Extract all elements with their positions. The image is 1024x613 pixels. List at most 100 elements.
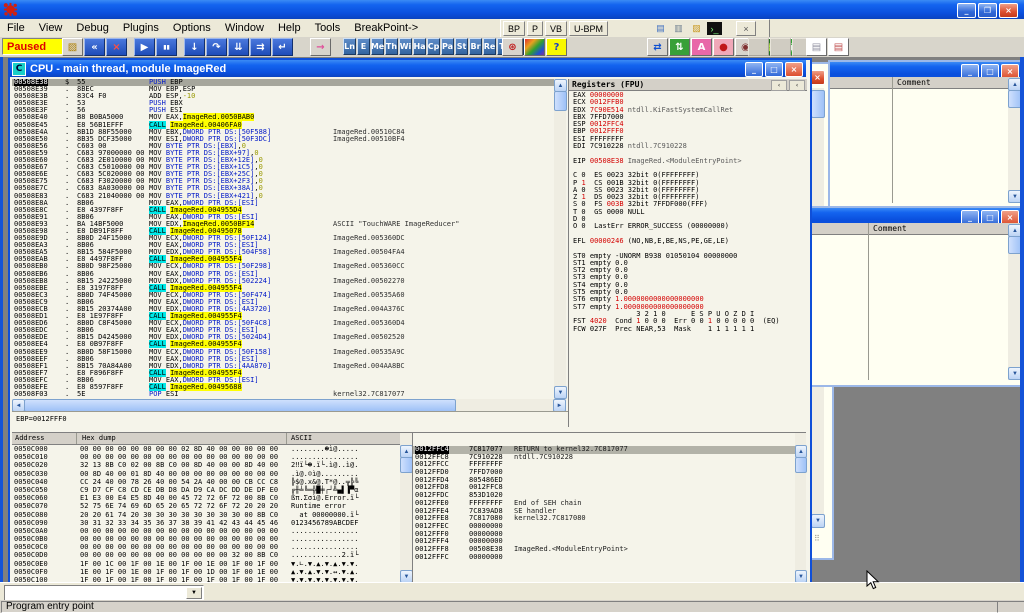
- register-line[interactable]: O 0 LastErr ERROR_SUCCESS (00000000): [569, 223, 780, 230]
- pause-button[interactable]: ▮▮: [156, 38, 177, 56]
- dump-row[interactable]: 0050C0B000 00 00 00 00 00 00 00 00 00 00…: [12, 535, 400, 543]
- toolbar-re-button[interactable]: Re: [483, 38, 496, 55]
- dump-row[interactable]: 0050C0D000 00 00 00 00 00 00 00 00 00 00…: [12, 551, 400, 559]
- doc-page-red-icon[interactable]: ▤: [828, 38, 849, 56]
- register-line[interactable]: EIP 00508E38 ImageRed.<ModuleEntryPoint>: [569, 158, 780, 165]
- comment-window-a-titlebar[interactable]: _ □ ×: [830, 62, 1022, 77]
- disasm-hscrollbar[interactable]: ◄ ►: [12, 399, 566, 411]
- toolbar-br-button[interactable]: Br: [469, 38, 482, 55]
- comment-window-b[interactable]: _ □ × Comment ▲ ▼: [808, 206, 1024, 387]
- appearance-button[interactable]: [524, 38, 545, 56]
- toolbar-th-button[interactable]: Th: [385, 38, 398, 55]
- swap-arrows-icon[interactable]: ⇄: [647, 38, 668, 56]
- command-input[interactable]: [6, 586, 188, 598]
- register-line[interactable]: EFL 00000246 (NO,NB,E,BE,NS,PE,GE,LE): [569, 238, 780, 245]
- dump-row[interactable]: 0050C0F01E 00 1F 00 1E 00 1F 00 1F 00 1D…: [12, 568, 400, 576]
- stack-vscrollbar[interactable]: ▲ ▼: [795, 432, 806, 583]
- cpu-restore-icon[interactable]: □: [765, 62, 783, 77]
- resize-grip[interactable]: ⠿: [814, 534, 826, 546]
- open-file-button[interactable]: ▨: [62, 38, 83, 56]
- log-icon[interactable]: ▥: [671, 22, 686, 35]
- menu-help[interactable]: Help: [271, 20, 308, 36]
- disasm-row[interactable]: 00508E3B.83C4 F0ADD ESP,-10: [12, 93, 554, 100]
- toolbar-ha-button[interactable]: Ha: [413, 38, 426, 55]
- stack-pane[interactable]: 0012FFC47C817077RETURN to kernel32.7C817…: [412, 432, 795, 583]
- restart-button[interactable]: «: [84, 38, 105, 56]
- scroll-thumb[interactable]: [554, 91, 567, 111]
- register-line[interactable]: T 0 GS 0000 NULL: [569, 209, 780, 216]
- console-icon[interactable]: ›_: [707, 22, 722, 35]
- run-button[interactable]: ▶: [134, 38, 155, 56]
- close-process-button[interactable]: ×: [106, 38, 127, 56]
- bp-button-bp[interactable]: BP: [503, 21, 525, 36]
- register-line[interactable]: EDI 7C910228 ntdll.7C910228: [569, 143, 780, 150]
- close-button[interactable]: ×: [999, 3, 1018, 18]
- disasm-row[interactable]: 00508F03.5EPOP ESIkernel32.7C817077: [12, 391, 554, 398]
- dump-row[interactable]: 0050C07052 75 6E 74 69 6D 65 20 65 72 72…: [12, 502, 400, 510]
- registers-next-icon[interactable]: ‹: [789, 80, 805, 91]
- cpu-minimize-icon[interactable]: _: [745, 62, 763, 77]
- register-line[interactable]: FCW 027F Prec NEAR,53 Mask 1 1 1 1 1 1: [569, 326, 780, 333]
- dump-row[interactable]: 0050C09030 31 32 33 34 35 36 37 38 39 41…: [12, 519, 400, 527]
- bp-button-vb[interactable]: VB: [545, 21, 567, 36]
- goto-button[interactable]: →: [310, 38, 331, 56]
- disassembly-pane[interactable]: 00508E38$55PUSH EBP00508E39.8BECMOV EBP,…: [12, 79, 554, 399]
- toolbar-pa-button[interactable]: Pa: [441, 38, 454, 55]
- menu-file[interactable]: File: [0, 20, 32, 36]
- cpu-titlebar[interactable]: C CPU - main thread, module ImageRed _ □…: [10, 60, 806, 77]
- menu-debug[interactable]: Debug: [69, 20, 115, 36]
- menu-window[interactable]: Window: [218, 20, 271, 36]
- dump-row[interactable]: 0050C060E1 E3 00 E4 E5 8D 40 00 45 72 72…: [12, 494, 400, 502]
- stack-row[interactable]: 0012FFFC00000000: [413, 554, 795, 562]
- help-button[interactable]: ?: [546, 38, 567, 56]
- dump-row[interactable]: 0050C0E01F 00 1C 00 1F 00 1E 00 1F 00 1E…: [12, 560, 400, 568]
- notes-icon[interactable]: ▤: [653, 22, 668, 35]
- cpu-close-icon[interactable]: ×: [785, 62, 803, 77]
- dump-row[interactable]: 0050C03000 8D 40 00 01 8D 40 00 00 00 00…: [12, 470, 400, 478]
- menu-options[interactable]: Options: [166, 20, 218, 36]
- toolbar-ln-button[interactable]: Ln: [343, 38, 356, 55]
- toolbar-cp-button[interactable]: Cp: [427, 38, 440, 55]
- registers-pane[interactable]: Registers (FPU) ‹ ‹ EAX 00000000ECX 0012…: [568, 79, 807, 427]
- disasm-vscrollbar[interactable]: ▲ ▼: [554, 79, 566, 399]
- assemble-icon[interactable]: A: [691, 38, 712, 56]
- scroll-down-icon[interactable]: ▼: [811, 514, 825, 528]
- toolbar-me-button[interactable]: Me: [371, 38, 384, 55]
- animate-over-button[interactable]: ⇉: [250, 38, 271, 56]
- comment-window-a[interactable]: _ □ × Comment ▲ ▼: [828, 60, 1024, 210]
- folder-icon[interactable]: ▨: [689, 22, 704, 35]
- restore-button[interactable]: ❐: [978, 3, 997, 18]
- doc-page-icon[interactable]: ▤: [806, 38, 827, 56]
- animate-into-button[interactable]: ⇊: [228, 38, 249, 56]
- cpu-window[interactable]: C CPU - main thread, module ImageRed _ □…: [8, 58, 812, 586]
- combobox-dropdown-icon[interactable]: ▼: [186, 587, 202, 599]
- dump-row[interactable]: 0050C08020 20 61 74 20 30 30 30 30 30 30…: [12, 511, 400, 519]
- step-into-button[interactable]: ↓: [184, 38, 205, 56]
- update-icon[interactable]: ⇅: [669, 38, 690, 56]
- dump-row[interactable]: 0050C040CC 24 40 00 78 26 40 00 54 2A 40…: [12, 478, 400, 486]
- scroll-thumb[interactable]: [795, 457, 807, 473]
- scroll-thumb[interactable]: [811, 90, 825, 118]
- until-return-button[interactable]: ↵: [272, 38, 293, 56]
- step-over-button[interactable]: ↷: [206, 38, 227, 56]
- bp-button-p[interactable]: P: [527, 21, 543, 36]
- menu-breakpoint[interactable]: BreakPoint->: [347, 20, 425, 36]
- dump-vscrollbar[interactable]: ▲ ▼: [400, 432, 412, 583]
- menu-tools[interactable]: Tools: [308, 20, 348, 36]
- options-button[interactable]: ⊛: [502, 38, 523, 56]
- menu-plugins[interactable]: Plugins: [116, 20, 166, 36]
- toolbar-wi-button[interactable]: Wi: [399, 38, 412, 55]
- registers-prev-icon[interactable]: ‹: [771, 80, 787, 91]
- toolbar-e-button[interactable]: E: [357, 38, 370, 55]
- scroll-down-icon[interactable]: ▼: [554, 386, 567, 399]
- disasm-row[interactable]: 00508EFE.E8 8597F8FFCALL ImageRed.004956…: [12, 384, 554, 391]
- dump-pane[interactable]: Address Hex dump ASCII 0050C00000 00 00 …: [12, 432, 400, 583]
- bp-close-button[interactable]: ×: [736, 21, 756, 36]
- bp-button-ubpm[interactable]: U-BPM: [569, 21, 608, 36]
- app-titlebar[interactable]: _ ❐ ×: [0, 0, 1024, 19]
- command-combobox[interactable]: ▼: [4, 585, 204, 601]
- disasm-row[interactable]: 00508E3E.53PUSH EBX: [12, 100, 554, 107]
- dump-row[interactable]: 0050C02032 13 8B C0 02 00 8B C0 00 8D 40…: [12, 461, 400, 469]
- dump-row[interactable]: 0050C050C9 D7 CF C8 CD CE DB D8 DA D9 CA…: [12, 486, 400, 494]
- comment-window-b-titlebar[interactable]: _ □ ×: [810, 208, 1022, 223]
